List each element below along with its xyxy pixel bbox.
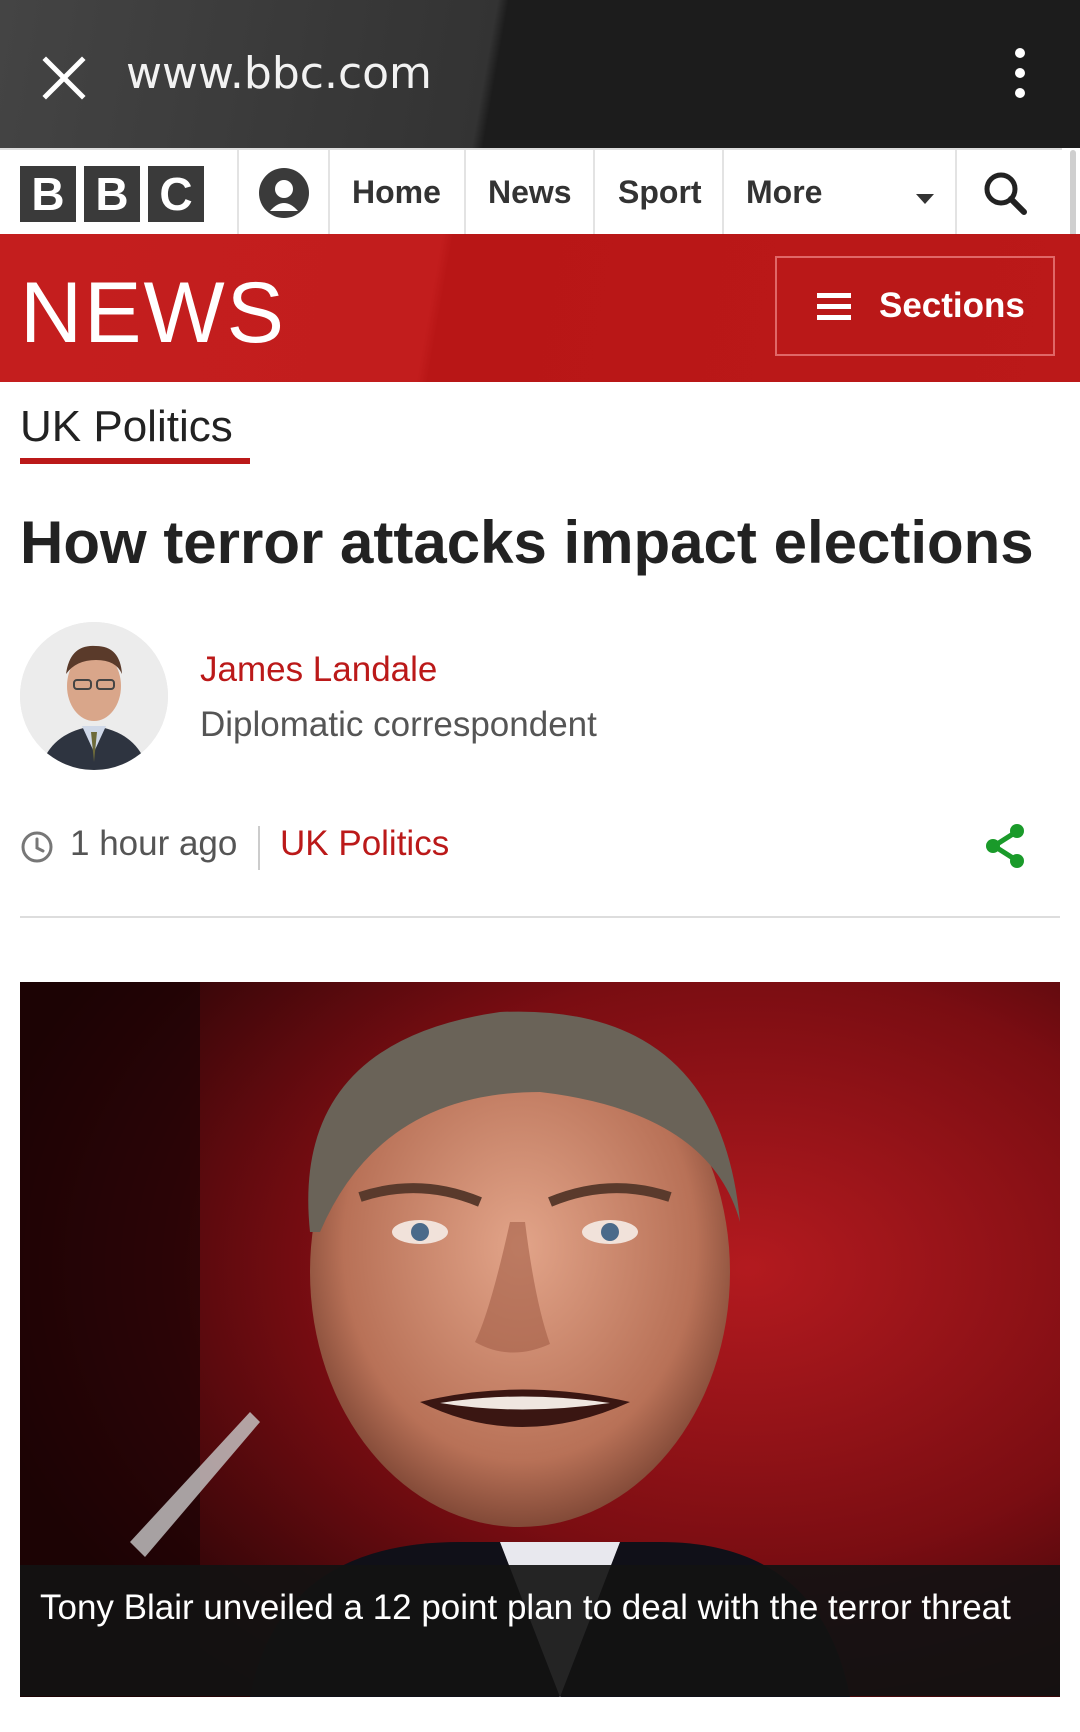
bbc-logo-letter: B <box>84 166 140 222</box>
section-tag-underline <box>20 458 250 464</box>
author-name[interactable]: James Landale <box>200 650 437 690</box>
nav-divider <box>955 150 957 236</box>
browser-toolbar: www.bbc.com <box>0 0 1080 148</box>
sections-button[interactable]: Sections <box>775 256 1055 356</box>
bbc-logo[interactable]: B B C <box>20 166 204 222</box>
nav-item-more[interactable]: More <box>746 174 822 211</box>
bbc-logo-letter: C <box>148 166 204 222</box>
bbc-logo-letter: B <box>20 166 76 222</box>
published-time: 1 hour ago <box>70 824 238 863</box>
bbc-global-nav: B B C Home News Sport More <box>0 148 1062 238</box>
nav-item-sport[interactable]: Sport <box>618 174 702 211</box>
hamburger-icon <box>817 287 851 326</box>
article-headline: How terror attacks impact elections <box>20 509 1034 576</box>
nav-item-home[interactable]: Home <box>352 174 441 211</box>
news-header: NEWS Sections <box>0 234 1080 382</box>
kebab-menu-icon[interactable] <box>1000 48 1040 104</box>
divider <box>20 916 1060 918</box>
clock-icon <box>20 830 54 864</box>
search-icon[interactable] <box>960 158 1050 228</box>
author-role: Diplomatic correspondent <box>200 705 597 744</box>
nav-divider <box>237 150 239 236</box>
section-tag[interactable]: UK Politics <box>20 402 233 452</box>
meta-divider <box>258 826 260 870</box>
nav-divider <box>722 150 724 236</box>
nav-divider <box>464 150 466 236</box>
image-caption: Tony Blair unveiled a 12 point plan to d… <box>20 1565 1060 1696</box>
chevron-down-icon[interactable] <box>916 194 934 204</box>
nav-divider <box>328 150 330 236</box>
close-icon[interactable] <box>38 52 90 104</box>
sections-label: Sections <box>879 286 1025 325</box>
nav-divider <box>593 150 595 236</box>
nav-item-news[interactable]: News <box>488 174 572 211</box>
news-logo[interactable]: NEWS <box>20 264 286 363</box>
account-icon[interactable] <box>240 150 328 236</box>
address-bar-url[interactable]: www.bbc.com <box>126 48 432 99</box>
author-avatar <box>20 622 168 770</box>
share-icon[interactable] <box>982 822 1030 870</box>
article-meta: 1 hour ago UK Politics <box>20 818 1060 874</box>
meta-section-link[interactable]: UK Politics <box>280 824 449 864</box>
